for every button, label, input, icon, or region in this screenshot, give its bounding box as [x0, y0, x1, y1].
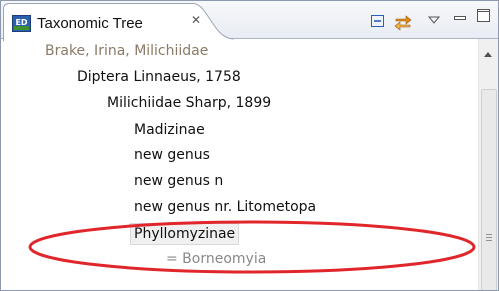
thumb-grip-line	[486, 237, 492, 238]
tab-taxonomic-tree[interactable]: ED Taxonomic Tree ✕	[3, 3, 235, 41]
thumb-grip-line	[486, 234, 492, 235]
tab-title: Taxonomic Tree	[37, 15, 143, 32]
tree-node-new-genus[interactable]: new genus	[134, 145, 210, 165]
tree-node-new-genus-nr-litometopa[interactable]: new genus nr. Litometopa	[134, 197, 316, 217]
tree-area: Brake, Irina, Milichiidae Diptera Linnae…	[1, 39, 479, 290]
vertical-scrollbar[interactable]	[478, 39, 498, 290]
maximize-icon[interactable]	[476, 8, 494, 24]
tree-node-synonym-borneomyia[interactable]: = Borneomyia	[166, 249, 266, 269]
minimize-icon[interactable]	[453, 8, 471, 24]
tree-node-root[interactable]: Brake, Irina, Milichiidae	[45, 41, 208, 61]
scroll-thumb[interactable]	[481, 89, 497, 290]
collapse-all-icon[interactable]	[369, 13, 387, 29]
tree-node-phyllomyzinae[interactable]: Phyllomyzinae	[130, 223, 240, 245]
close-icon[interactable]: ✕	[191, 14, 204, 27]
ed-icon-text: ED	[15, 18, 27, 27]
tree-node-madizinae[interactable]: Madizinae	[134, 120, 205, 140]
view-menu-chevron-icon[interactable]	[427, 10, 445, 26]
link-with-editor-icon[interactable]	[393, 13, 412, 31]
taxonomic-tree-view: ED Taxonomic Tree ✕ Brake, Irina, Milich…	[0, 0, 499, 291]
tree-node-new-genus-n[interactable]: new genus n	[134, 171, 223, 191]
tree-node-diptera[interactable]: Diptera Linnaeus, 1758	[77, 67, 241, 87]
scroll-up-arrow-icon[interactable]	[484, 52, 492, 57]
thumb-grip-line	[486, 240, 492, 241]
tree-node-milichiidae[interactable]: Milichiidae Sharp, 1899	[107, 93, 271, 113]
ed-app-icon: ED	[12, 15, 31, 32]
view-header: ED Taxonomic Tree ✕	[1, 1, 498, 41]
